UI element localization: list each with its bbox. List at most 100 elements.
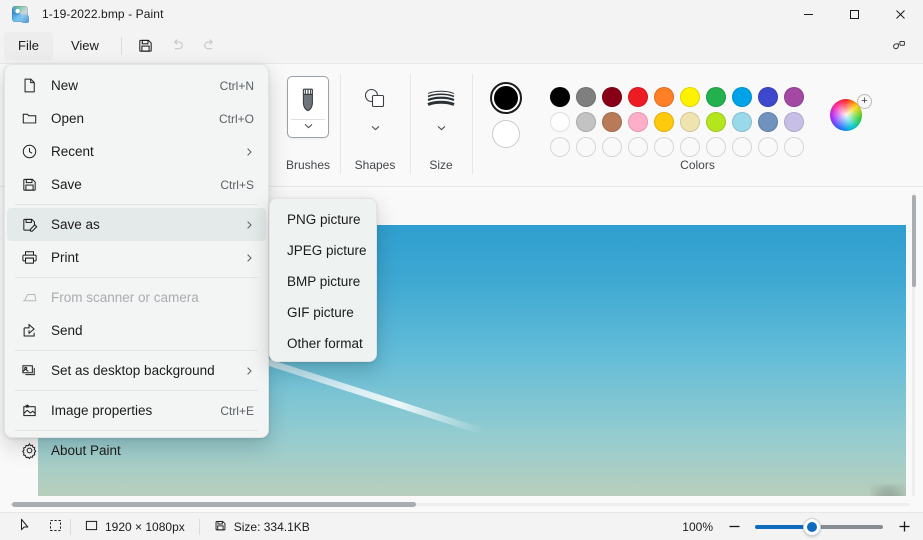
color-swatch-cell[interactable] <box>548 109 572 134</box>
color-swatch-cell[interactable] <box>548 84 572 109</box>
save-as-option-bmp[interactable]: BMP picture <box>273 266 373 297</box>
color-swatch[interactable] <box>576 111 596 132</box>
undo-button[interactable] <box>162 32 194 60</box>
color-swatch-cell[interactable] <box>626 134 650 159</box>
color-swatch-cell[interactable] <box>782 109 806 134</box>
file-menu-item-save[interactable]: Save Ctrl+S <box>7 168 266 201</box>
color-swatch-cell[interactable] <box>704 84 728 109</box>
color-swatch-empty[interactable] <box>576 137 596 157</box>
file-menu-item-save-as[interactable]: Save as <box>7 208 266 241</box>
color-swatch[interactable] <box>628 86 648 107</box>
color-swatch[interactable] <box>602 86 622 107</box>
color-swatch-cell[interactable] <box>652 134 676 159</box>
file-menu-item-set-desktop-bg[interactable]: Set as desktop background <box>7 354 266 387</box>
save-button[interactable] <box>130 32 162 60</box>
color-swatch[interactable] <box>628 111 648 132</box>
close-button[interactable] <box>877 0 923 28</box>
color-swatch-cell[interactable] <box>730 109 754 134</box>
secondary-color-swatch[interactable] <box>492 120 520 148</box>
color-swatch-cell[interactable] <box>730 84 754 109</box>
menu-file[interactable]: File <box>4 31 53 60</box>
color-swatch[interactable] <box>602 111 622 132</box>
edit-colors-button[interactable]: + <box>830 94 872 134</box>
save-as-option-other[interactable]: Other format <box>273 328 373 359</box>
color-swatch[interactable] <box>654 86 674 107</box>
color-swatch-cell[interactable] <box>782 84 806 109</box>
save-as-option-gif[interactable]: GIF picture <box>273 297 373 328</box>
color-swatch-cell[interactable] <box>626 109 650 134</box>
color-swatch[interactable] <box>706 111 726 132</box>
color-swatch-empty[interactable] <box>732 137 752 157</box>
color-swatch[interactable] <box>576 86 596 107</box>
file-menu-item-send[interactable]: Send <box>7 314 266 347</box>
shapes-chevron-down-icon[interactable] <box>371 118 380 136</box>
file-menu-item-open[interactable]: Open Ctrl+O <box>7 102 266 135</box>
color-swatch-cell[interactable] <box>600 109 624 134</box>
color-swatch-empty[interactable] <box>550 137 570 157</box>
color-swatch[interactable] <box>706 86 726 107</box>
size-button[interactable] <box>420 76 462 138</box>
shapes-button[interactable] <box>354 76 396 138</box>
file-menu-item-print[interactable]: Print <box>7 241 266 274</box>
copilot-button[interactable] <box>883 32 915 60</box>
color-swatch-cell[interactable] <box>730 134 754 159</box>
zoom-slider-thumb[interactable] <box>803 517 821 536</box>
vertical-scrollbar-thumb[interactable] <box>912 195 916 287</box>
color-swatch-cell[interactable] <box>678 134 702 159</box>
menu-view[interactable]: View <box>57 32 113 60</box>
color-swatch-cell[interactable] <box>652 84 676 109</box>
color-swatch[interactable] <box>654 111 674 132</box>
color-swatch-empty[interactable] <box>758 137 778 157</box>
color-swatch[interactable] <box>550 86 570 107</box>
color-swatch-empty[interactable] <box>680 137 700 157</box>
color-swatch-cell[interactable] <box>600 134 624 159</box>
color-swatch-empty[interactable] <box>784 137 804 157</box>
maximize-button[interactable] <box>831 0 877 28</box>
size-chevron-down-icon[interactable] <box>437 118 446 136</box>
save-as-option-png[interactable]: PNG picture <box>273 204 373 235</box>
redo-button[interactable] <box>194 32 226 60</box>
save-as-option-jpeg[interactable]: JPEG picture <box>273 235 373 266</box>
color-swatch-cell[interactable] <box>756 134 780 159</box>
color-swatch[interactable] <box>680 86 700 107</box>
color-swatch[interactable] <box>732 111 752 132</box>
color-swatch[interactable] <box>784 111 804 132</box>
color-swatch-cell[interactable] <box>626 84 650 109</box>
color-swatch-cell[interactable] <box>704 109 728 134</box>
color-swatch-cell[interactable] <box>548 134 572 159</box>
zoom-in-button[interactable] <box>893 516 915 538</box>
primary-color-swatch[interactable] <box>490 82 522 114</box>
color-swatch[interactable] <box>550 111 570 132</box>
color-swatch-cell[interactable] <box>756 109 780 134</box>
color-swatch-cell[interactable] <box>782 134 806 159</box>
file-menu-item-about-paint[interactable]: About Paint <box>7 434 266 467</box>
color-swatch[interactable] <box>758 111 778 132</box>
color-swatch-cell[interactable] <box>678 84 702 109</box>
color-swatch-cell[interactable] <box>574 109 598 134</box>
color-swatch-cell[interactable] <box>600 84 624 109</box>
color-swatch-empty[interactable] <box>654 137 674 157</box>
color-swatch[interactable] <box>732 86 752 107</box>
color-swatch-cell[interactable] <box>704 134 728 159</box>
color-swatch[interactable] <box>784 86 804 107</box>
color-swatch-empty[interactable] <box>628 137 648 157</box>
color-swatch-cell[interactable] <box>756 84 780 109</box>
color-swatch[interactable] <box>680 111 700 132</box>
horizontal-scrollbar[interactable] <box>0 496 923 512</box>
vertical-scrollbar[interactable] <box>908 193 919 503</box>
file-menu-item-recent[interactable]: Recent <box>7 135 266 168</box>
color-swatch-cell[interactable] <box>574 84 598 109</box>
brushes-chevron-down-icon[interactable] <box>291 119 325 129</box>
color-swatch[interactable] <box>758 86 778 107</box>
color-swatch-cell[interactable] <box>652 109 676 134</box>
horizontal-scrollbar-thumb[interactable] <box>12 501 416 507</box>
color-swatch-cell[interactable] <box>574 134 598 159</box>
color-swatch-cell[interactable] <box>678 109 702 134</box>
file-menu-item-image-properties[interactable]: Image properties Ctrl+E <box>7 394 266 427</box>
horizontal-scrollbar-track[interactable] <box>10 501 910 507</box>
color-swatch-empty[interactable] <box>706 137 726 157</box>
file-menu-item-new[interactable]: New Ctrl+N <box>7 69 266 102</box>
minimize-button[interactable] <box>785 0 831 28</box>
zoom-out-button[interactable] <box>723 516 745 538</box>
color-swatch-empty[interactable] <box>602 137 622 157</box>
